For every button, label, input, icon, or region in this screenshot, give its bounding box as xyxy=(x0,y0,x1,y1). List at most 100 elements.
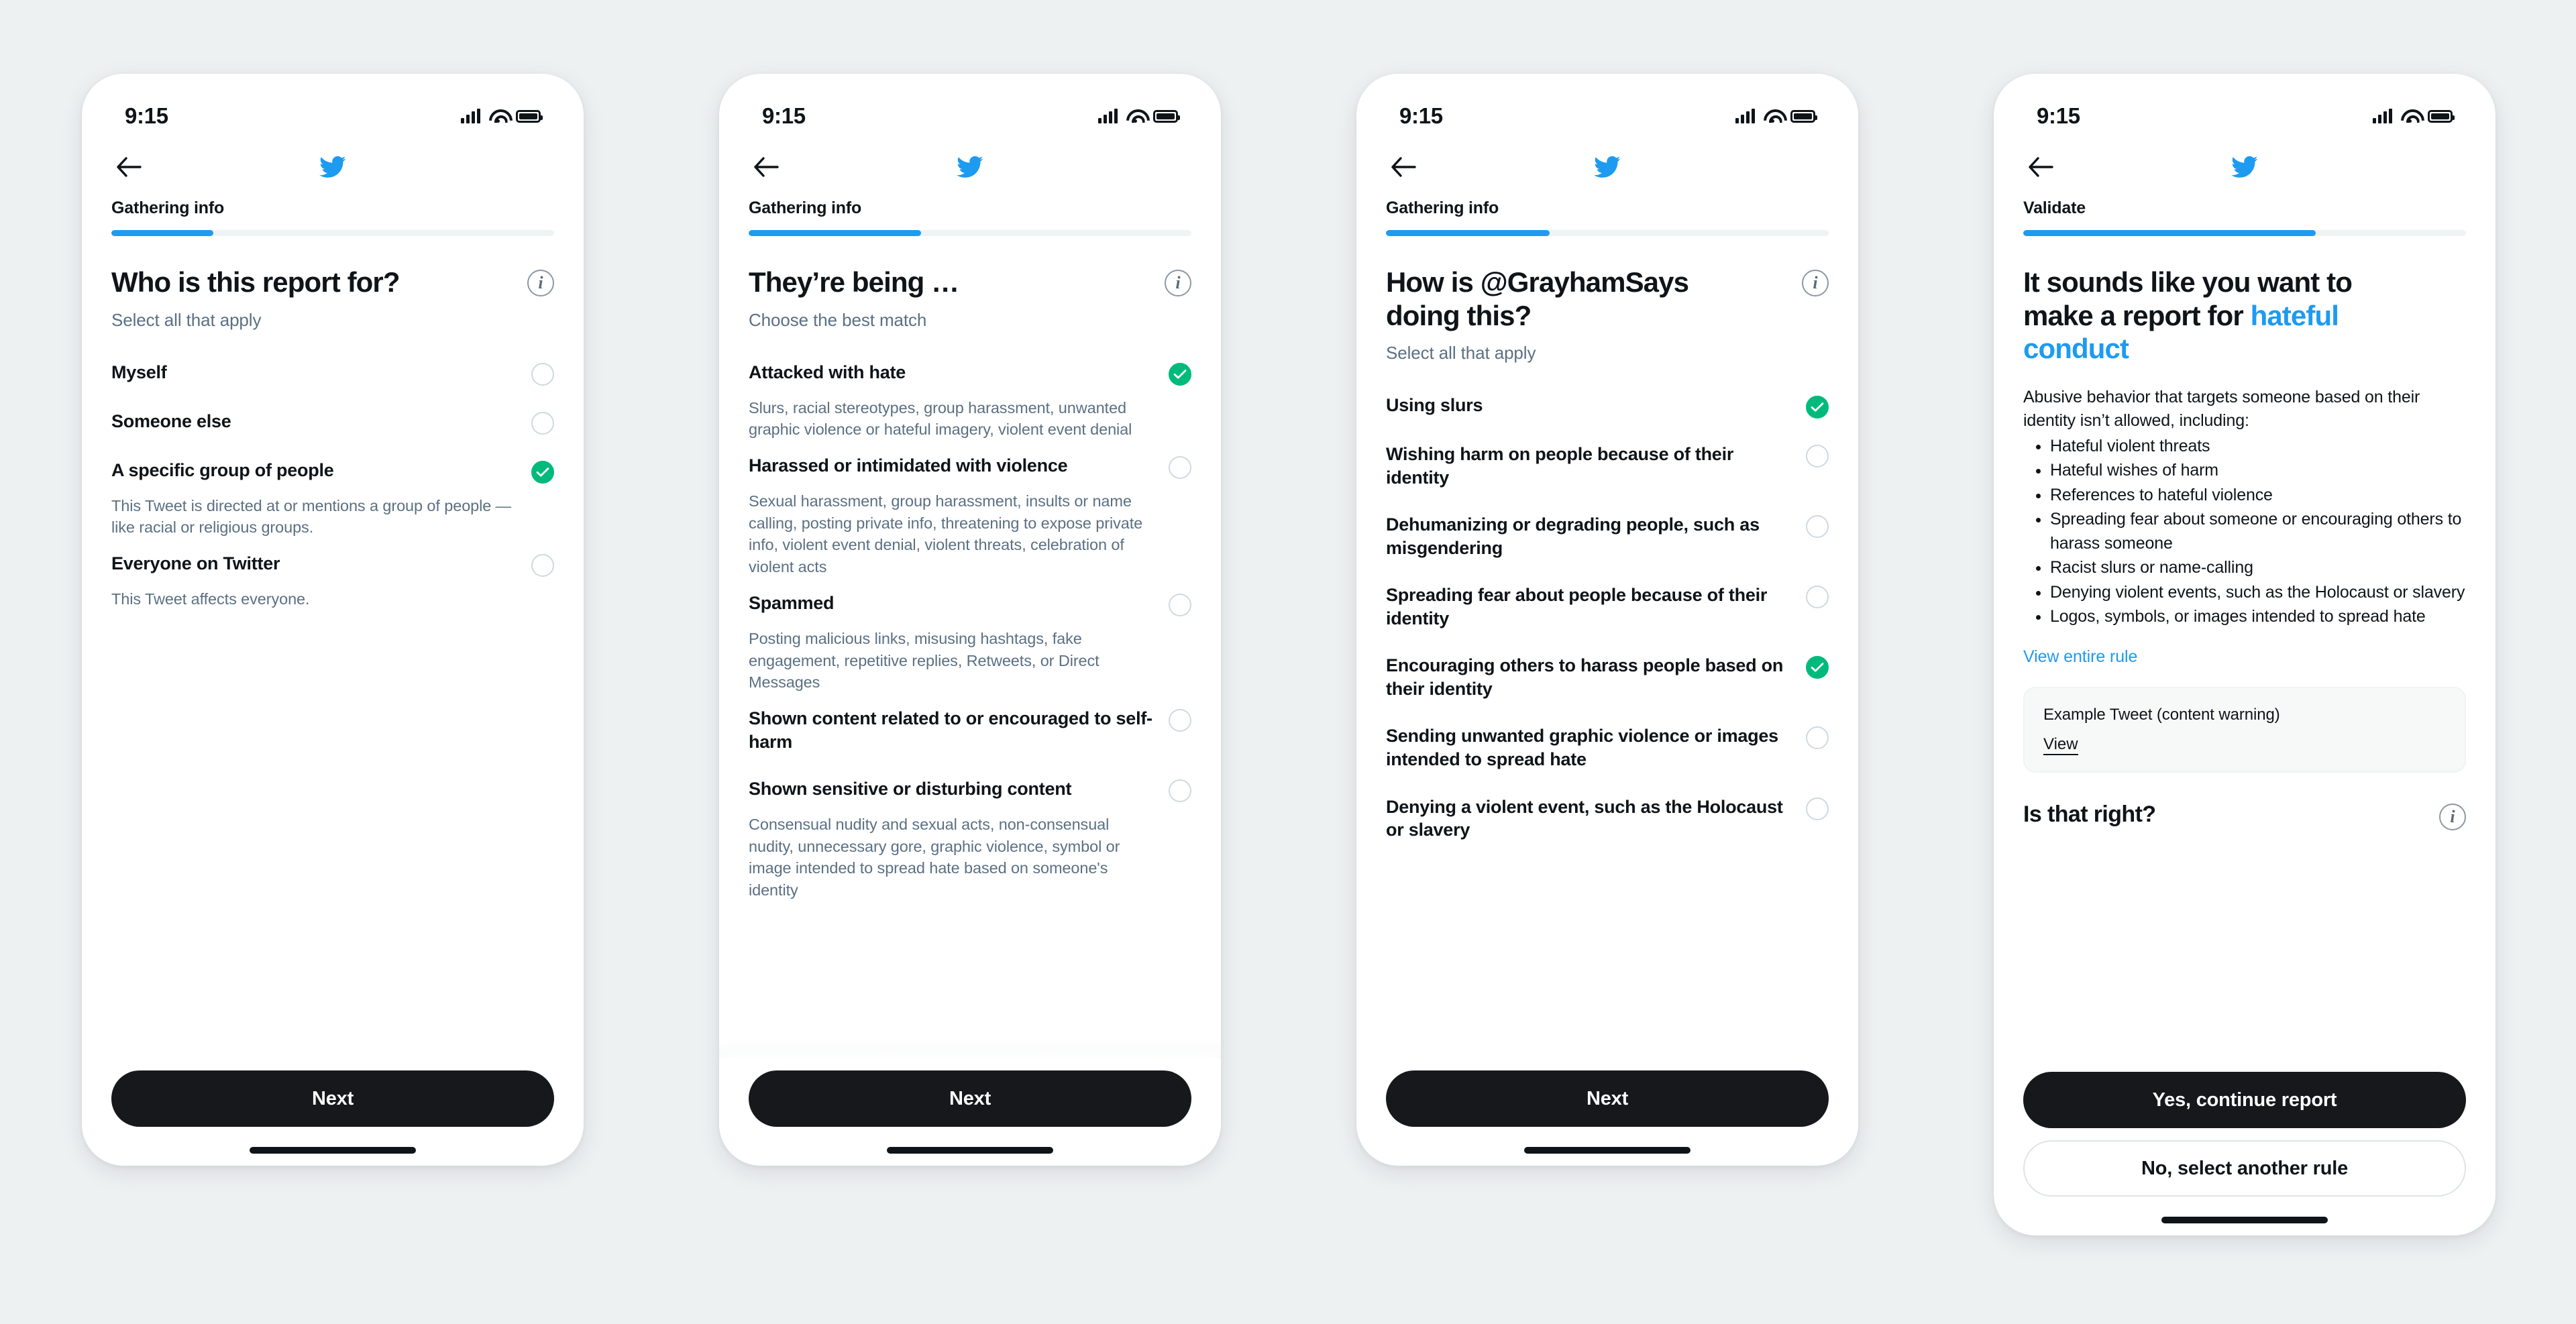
page-title: It sounds like you want to make a report… xyxy=(2023,266,2399,366)
option-row[interactable]: Spreading fear about people because of t… xyxy=(1386,573,1829,640)
home-indicator xyxy=(250,1147,416,1154)
radio-checked-icon[interactable] xyxy=(1806,396,1829,419)
screen-content[interactable]: They’re being … i Choose the best match … xyxy=(719,236,1221,1058)
radio-unchecked-icon[interactable] xyxy=(1806,726,1829,750)
option-row[interactable]: Denying a violent event, such as the Hol… xyxy=(1386,785,1829,852)
next-button[interactable]: Next xyxy=(111,1070,554,1127)
radio-unchecked-icon[interactable] xyxy=(1169,456,1191,480)
next-button[interactable]: Next xyxy=(749,1070,1191,1127)
list-item: Attacked with hate Slurs, racial stereot… xyxy=(749,351,1191,441)
option-row[interactable]: Myself xyxy=(111,351,554,396)
title-row: Who is this report for? i xyxy=(111,236,554,299)
list-item: References to hateful violence xyxy=(2050,484,2466,508)
option-label: Someone else xyxy=(111,410,231,431)
option-label: Dehumanizing or degrading people, such a… xyxy=(1386,514,1760,558)
list-item: Shown sensitive or disturbing content Co… xyxy=(749,767,1191,901)
progress-track xyxy=(1386,230,1829,236)
option-row[interactable]: Someone else xyxy=(111,400,554,445)
option-label: Myself xyxy=(111,362,167,382)
title-row: It sounds like you want to make a report… xyxy=(2023,236,2466,366)
option-row[interactable]: A specific group of people xyxy=(111,449,554,494)
app-bar xyxy=(1994,138,2496,196)
twitter-bird-logo xyxy=(1591,154,1623,180)
screen-content: How is @GrayhamSays doing this? i Select… xyxy=(1356,236,1858,1058)
page-title: Who is this report for? xyxy=(111,266,400,298)
option-label: Shown sensitive or disturbing content xyxy=(749,779,1072,799)
option-row[interactable]: Encouraging others to harass people base… xyxy=(1386,644,1829,710)
list-item: Everyone on Twitter This Tweet affects e… xyxy=(111,542,554,610)
back-arrow-icon[interactable] xyxy=(111,150,146,184)
list-item: Spreading fear about people because of t… xyxy=(1386,573,1829,640)
option-row[interactable]: Sending unwanted graphic violence or ima… xyxy=(1386,714,1829,781)
battery-icon xyxy=(516,109,543,123)
option-row[interactable]: Spammed xyxy=(749,582,1191,626)
option-row[interactable]: Shown content related to or encouraged t… xyxy=(749,697,1191,763)
list-item: Hateful wishes of harm xyxy=(2050,459,2466,483)
option-row[interactable]: Shown sensitive or disturbing content xyxy=(749,767,1191,812)
battery-icon xyxy=(1153,109,1180,123)
radio-checked-icon[interactable] xyxy=(1169,362,1191,386)
wifi-icon xyxy=(489,109,507,123)
back-arrow-icon[interactable] xyxy=(749,150,784,184)
status-clock: 9:15 xyxy=(125,103,168,128)
option-row[interactable]: Wishing harm on people because of their … xyxy=(1386,433,1829,499)
phone-screen-how-is-user-doing-this: 9:15 Gathering info How is @GrayhamSays … xyxy=(1356,74,1858,1166)
option-label: Encouraging others to harass people base… xyxy=(1386,655,1784,699)
radio-unchecked-icon[interactable] xyxy=(1806,445,1829,468)
progress-fill xyxy=(749,230,922,236)
option-row[interactable]: Attacked with hate xyxy=(749,351,1191,396)
step-progress: Validate xyxy=(1994,196,2496,236)
home-indicator xyxy=(2161,1217,2328,1223)
wifi-icon xyxy=(2401,109,2419,123)
cellular-signal-icon xyxy=(2373,109,2392,123)
info-icon[interactable]: i xyxy=(1802,270,1829,296)
step-label: Validate xyxy=(2023,199,2086,217)
radio-unchecked-icon[interactable] xyxy=(531,411,554,435)
screen-footer: Yes, continue report No, select another … xyxy=(1994,1060,2496,1235)
home-indicator xyxy=(1524,1147,1690,1154)
back-arrow-icon[interactable] xyxy=(2023,150,2058,184)
info-icon[interactable]: i xyxy=(2439,803,2466,830)
view-example-link[interactable]: View xyxy=(2043,735,2078,755)
app-bar xyxy=(1356,138,1858,196)
list-item: Dehumanizing or degrading people, such a… xyxy=(1386,503,1829,569)
radio-unchecked-icon[interactable] xyxy=(1169,779,1191,803)
radio-unchecked-icon[interactable] xyxy=(1806,515,1829,539)
option-label: Sending unwanted graphic violence or ima… xyxy=(1386,726,1778,770)
radio-unchecked-icon[interactable] xyxy=(1169,709,1191,732)
radio-unchecked-icon[interactable] xyxy=(1806,797,1829,820)
option-row[interactable]: Dehumanizing or degrading people, such a… xyxy=(1386,503,1829,569)
yes-continue-report-button[interactable]: Yes, continue report xyxy=(2023,1072,2466,1128)
list-item: Using slurs xyxy=(1386,384,1829,429)
back-arrow-icon[interactable] xyxy=(1386,150,1421,184)
step-progress: Gathering info xyxy=(1356,196,1858,236)
battery-icon xyxy=(2428,109,2455,123)
option-description: Consensual nudity and sexual acts, non-c… xyxy=(749,816,1120,899)
status-bar: 9:15 xyxy=(719,74,1221,138)
status-bar: 9:15 xyxy=(1356,74,1858,138)
radio-unchecked-icon[interactable] xyxy=(531,362,554,386)
radio-checked-icon[interactable] xyxy=(1806,656,1829,679)
status-bar: 9:15 xyxy=(82,74,584,138)
progress-track xyxy=(749,230,1191,236)
status-clock: 9:15 xyxy=(2037,103,2080,128)
radio-unchecked-icon[interactable] xyxy=(1806,586,1829,609)
radio-unchecked-icon[interactable] xyxy=(531,554,554,577)
confirm-header: Is that right? i xyxy=(2023,799,2466,830)
status-icons xyxy=(2373,109,2455,123)
option-label: Wishing harm on people because of their … xyxy=(1386,444,1734,488)
info-icon[interactable]: i xyxy=(527,270,554,296)
option-row[interactable]: Everyone on Twitter xyxy=(111,542,554,587)
radio-checked-icon[interactable] xyxy=(531,460,554,484)
view-entire-rule-link[interactable]: View entire rule xyxy=(2023,647,2137,667)
next-button[interactable]: Next xyxy=(1386,1070,1829,1127)
radio-unchecked-icon[interactable] xyxy=(1169,594,1191,617)
no-select-another-rule-button[interactable]: No, select another rule xyxy=(2023,1140,2466,1197)
rule-bullet-list: Hateful violent threats Hateful wishes o… xyxy=(2050,435,2466,629)
status-icons xyxy=(1735,109,1817,123)
option-row[interactable]: Using slurs xyxy=(1386,384,1829,429)
info-icon[interactable]: i xyxy=(1165,270,1191,296)
list-item: Spreading fear about someone or encourag… xyxy=(2050,508,2466,555)
options-list: Attacked with hate Slurs, racial stereot… xyxy=(749,351,1191,901)
option-row[interactable]: Harassed or intimidated with violence xyxy=(749,444,1191,489)
